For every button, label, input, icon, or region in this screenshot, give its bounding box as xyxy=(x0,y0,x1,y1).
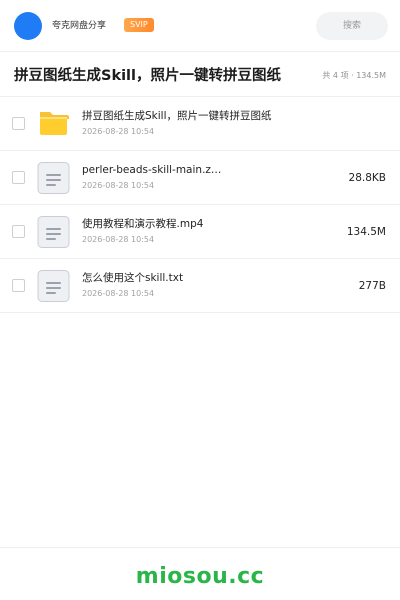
document-icon xyxy=(37,162,70,194)
file-size: 28.8KB xyxy=(348,172,386,184)
search-button[interactable]: 搜索 xyxy=(316,12,388,40)
document-icon xyxy=(37,216,70,248)
file-size: 134.5M xyxy=(346,226,386,238)
file-row[interactable]: perler-beads-skill-main.z… 2026-08-28 10… xyxy=(0,151,400,205)
file-name[interactable]: 拼豆图纸生成Skill，照片一键转拼豆图纸 xyxy=(82,109,302,123)
folder-icon xyxy=(40,112,69,135)
share-meta: 共 4 项 · 134.5M xyxy=(322,71,386,80)
file-row[interactable]: 怎么使用这个skill.txt 2026-08-28 10:54 277B xyxy=(0,259,400,313)
file-size: 277B xyxy=(358,280,386,292)
file-name[interactable]: 使用教程和演示教程.mp4 xyxy=(82,217,302,231)
top-bar: 夸克网盘分享 SVIP 搜索 xyxy=(0,0,400,52)
row-checkbox[interactable] xyxy=(12,117,25,130)
document-icon xyxy=(37,270,70,302)
username[interactable]: 夸克网盘分享 xyxy=(52,19,106,33)
row-checkbox[interactable] xyxy=(12,171,25,184)
file-name[interactable]: 怎么使用这个skill.txt xyxy=(82,271,302,285)
row-checkbox[interactable] xyxy=(12,225,25,238)
svip-badge: SVIP xyxy=(124,18,154,32)
file-date: 2026-08-28 10:54 xyxy=(82,235,155,244)
file-date: 2026-08-28 10:54 xyxy=(82,289,155,298)
share-title: 拼豆图纸生成Skill，照片一键转拼豆图纸 xyxy=(14,68,281,84)
file-date: 2026-08-28 10:54 xyxy=(82,127,155,136)
avatar[interactable] xyxy=(14,12,42,40)
file-name[interactable]: perler-beads-skill-main.z… xyxy=(82,163,302,177)
row-checkbox[interactable] xyxy=(12,279,25,292)
footer-divider xyxy=(0,547,400,548)
file-date: 2026-08-28 10:54 xyxy=(82,181,155,190)
file-row[interactable]: 使用教程和演示教程.mp4 2026-08-28 10:54 134.5M xyxy=(0,205,400,259)
file-row[interactable]: 拼豆图纸生成Skill，照片一键转拼豆图纸 2026-08-28 10:54 xyxy=(0,97,400,151)
watermark: miosou.cc xyxy=(135,564,265,589)
